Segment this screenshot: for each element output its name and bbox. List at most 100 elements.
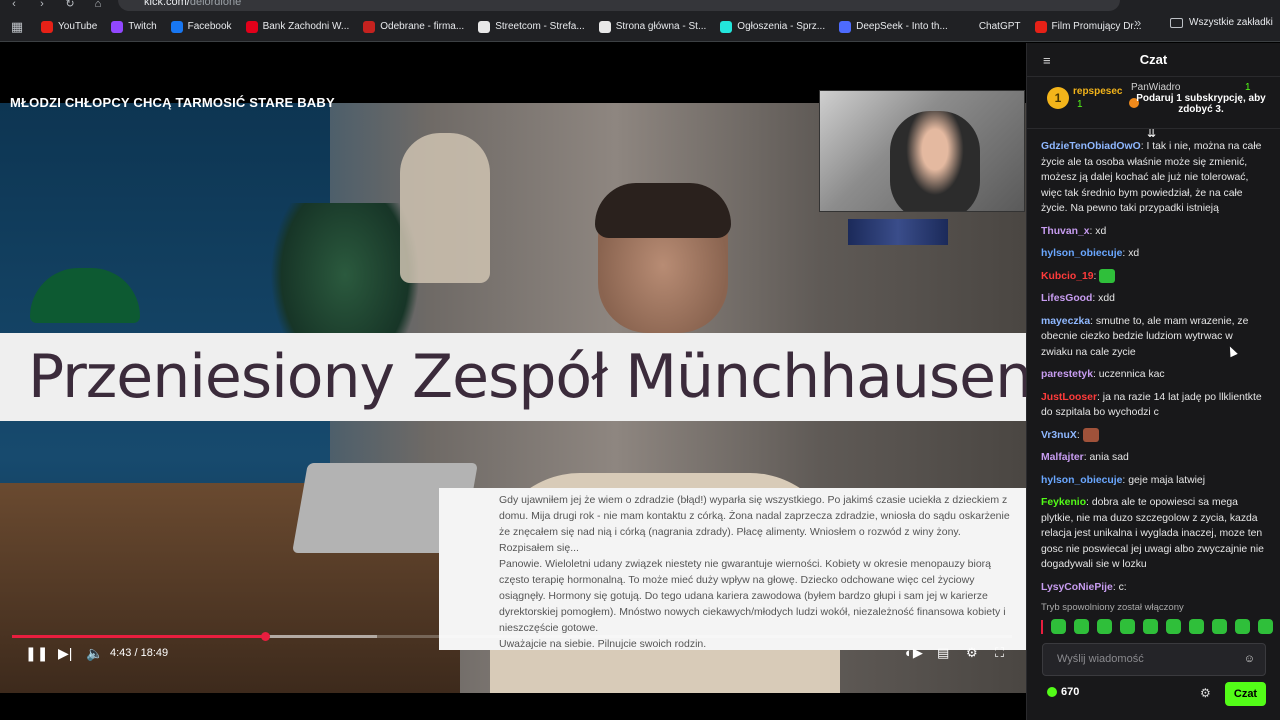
subtitles-icon[interactable]: ▤	[937, 645, 949, 661]
bookmark-item[interactable]: Facebook	[164, 15, 239, 39]
chat-emote	[1099, 268, 1116, 283]
collapse-chat-icon[interactable]: ≡	[1043, 53, 1051, 68]
apps-grid-icon[interactable]: ▦	[0, 19, 34, 35]
bookmark-item[interactable]: YouTube	[34, 15, 104, 39]
chat-message-text: xdd	[1098, 293, 1115, 304]
chat-messages: GdzieTenObiadOwO: I tak i nie, można na …	[1027, 139, 1280, 599]
emote[interactable]	[1120, 619, 1135, 634]
chat-settings-icon[interactable]: ⚙	[1200, 686, 1211, 700]
bookmark-favicon-icon	[720, 20, 733, 33]
chat-message: hylson_obiecuje: geje maja latwiej	[1041, 473, 1267, 489]
home-icon[interactable]: ⌂	[84, 0, 112, 12]
bookmark-item[interactable]: Strona główna - St...	[592, 15, 714, 39]
chat-username[interactable]: GdzieTenObiadOwO	[1041, 141, 1141, 152]
emote[interactable]	[1097, 619, 1112, 634]
next-icon[interactable]: ▶|	[58, 646, 72, 660]
volume-icon[interactable]: 🔈	[86, 646, 103, 660]
rank-badge: 1	[1047, 87, 1069, 109]
chat-username[interactable]: Kubcio_19	[1041, 271, 1094, 282]
chat-username[interactable]: parestetyk	[1041, 369, 1093, 380]
bookmark-favicon-icon	[478, 20, 491, 33]
chat-username[interactable]: LifesGood	[1041, 293, 1092, 304]
chat-message: Kubcio_19:	[1041, 268, 1267, 285]
chat-message-text: xd	[1128, 248, 1140, 259]
chat-username[interactable]: mayeczka	[1041, 316, 1090, 327]
chat-input[interactable]: Wyślij wiadomość ☺	[1042, 643, 1266, 676]
settings-icon[interactable]: ⚙	[966, 645, 978, 661]
bookmark-item[interactable]: Odebrane - firma...	[356, 15, 471, 39]
chat-message-text: c:	[1118, 581, 1127, 593]
bookmark-label: Facebook	[187, 21, 232, 32]
back-icon[interactable]: ‹	[0, 0, 28, 12]
top-gifter-count: 1	[1077, 99, 1083, 110]
chat-message: parestetyk: uczennica kac	[1041, 367, 1267, 383]
chat-username[interactable]: LysyCoNiePije	[1041, 582, 1113, 593]
chat-username[interactable]: hylson_obiecuje	[1041, 248, 1122, 259]
emote[interactable]	[1235, 619, 1250, 634]
bookmark-item[interactable]: Bank Zachodni W...	[239, 15, 357, 39]
chat-message: Thuvan_x: xd	[1041, 224, 1267, 240]
emote[interactable]	[1189, 619, 1204, 634]
chat-username[interactable]: hylson_obiecuje	[1041, 475, 1122, 486]
bookmark-label: DeepSeek - Into th...	[856, 21, 948, 32]
bookmark-item[interactable]: Ogłoszenia - Sprz...	[713, 15, 832, 39]
chat-username[interactable]: Thuvan_x	[1041, 226, 1090, 237]
bookmark-label: Twitch	[128, 21, 157, 32]
bookmark-favicon-icon	[839, 20, 852, 33]
chat-message: LysyCoNiePije: c:	[1041, 580, 1267, 596]
send-chat-button[interactable]: Czat	[1225, 682, 1266, 706]
bookmark-favicon-icon	[598, 20, 611, 33]
chat-message: Feykenio: dobra ale te opowiesci sa mega…	[1041, 495, 1267, 573]
gift-cta[interactable]: Podaruj 1 subskrypcję, aby zdobyć 3.	[1131, 93, 1271, 115]
chat-username[interactable]: Malfajter	[1041, 452, 1084, 463]
pause-icon[interactable]: ❚❚	[25, 646, 48, 660]
progress-bar[interactable]	[12, 632, 1012, 641]
emote[interactable]	[1166, 619, 1181, 634]
chat-message: LifesGood: xdd	[1041, 291, 1267, 307]
bookmark-favicon-icon	[245, 20, 258, 33]
folder-icon	[1170, 17, 1183, 28]
all-bookmarks[interactable]: Wszystkie zakładki	[1170, 17, 1273, 28]
chat-username[interactable]: JustLooser	[1041, 392, 1097, 403]
bookmark-favicon-icon	[1034, 20, 1047, 33]
bookmark-favicon-icon	[170, 20, 183, 33]
channel-points[interactable]: 670	[1047, 686, 1079, 698]
bookmark-label: ChatGPT	[978, 21, 1021, 32]
chat-message-text: xd	[1095, 225, 1107, 237]
emote-divider	[1041, 619, 1043, 634]
emote[interactable]	[1051, 619, 1066, 634]
bookmark-item[interactable]: Twitch	[104, 15, 163, 39]
more-bookmarks-icon[interactable]: »	[1134, 15, 1141, 30]
bookmark-favicon-icon	[363, 20, 376, 33]
address-bar[interactable]: kick.com/delordione	[118, 0, 1120, 11]
emote[interactable]	[1143, 619, 1158, 634]
bookmark-label: Strona główna - St...	[615, 21, 707, 32]
bookmark-label: YouTube	[58, 21, 98, 32]
reload-icon[interactable]: ↻	[56, 0, 84, 12]
chat-message: hylson_obiecuje: xd	[1041, 246, 1267, 262]
chat-message-text: ania sad	[1089, 452, 1129, 463]
chat-username[interactable]: Feykenio	[1041, 497, 1086, 508]
top-gifter-name[interactable]: repspesec	[1073, 86, 1122, 97]
bookmark-favicon-icon	[961, 20, 974, 33]
emote[interactable]	[1258, 619, 1273, 634]
webcam-overlay	[819, 90, 1025, 212]
bookmarks-bar: ▦ YouTube Twitch Facebook Bank Zachodni W..…	[0, 12, 1280, 42]
autoplay-toggle-icon[interactable]: ◐▶	[905, 645, 923, 661]
bookmark-item[interactable]: ChatGPT	[955, 15, 1028, 39]
seek-handle[interactable]	[261, 632, 270, 641]
emoji-icon[interactable]: ☺	[1244, 653, 1255, 665]
bookmark-label: Ogłoszenia - Sprz...	[737, 21, 826, 32]
fullscreen-icon[interactable]: ⛶	[995, 645, 1004, 661]
gifter-name[interactable]: PanWiadro	[1131, 82, 1180, 93]
bookmark-item[interactable]: Streetcom - Strefa...	[471, 15, 591, 39]
emote[interactable]	[1074, 619, 1089, 634]
video-player[interactable]: MŁODZI CHŁOPCY CHCĄ TARMOSIĆ STARE BABY …	[0, 43, 1026, 720]
bookmark-item[interactable]: DeepSeek - Into th...	[832, 15, 955, 39]
forward-icon[interactable]: ›	[28, 0, 56, 12]
chat-username[interactable]: Vr3nuX	[1041, 430, 1077, 441]
chat-input-placeholder: Wyślij wiadomość	[1057, 653, 1144, 665]
emote[interactable]	[1212, 619, 1227, 634]
person-hair	[595, 183, 731, 238]
bookmark-item[interactable]: Film Promujący Dr...	[1028, 15, 1149, 39]
